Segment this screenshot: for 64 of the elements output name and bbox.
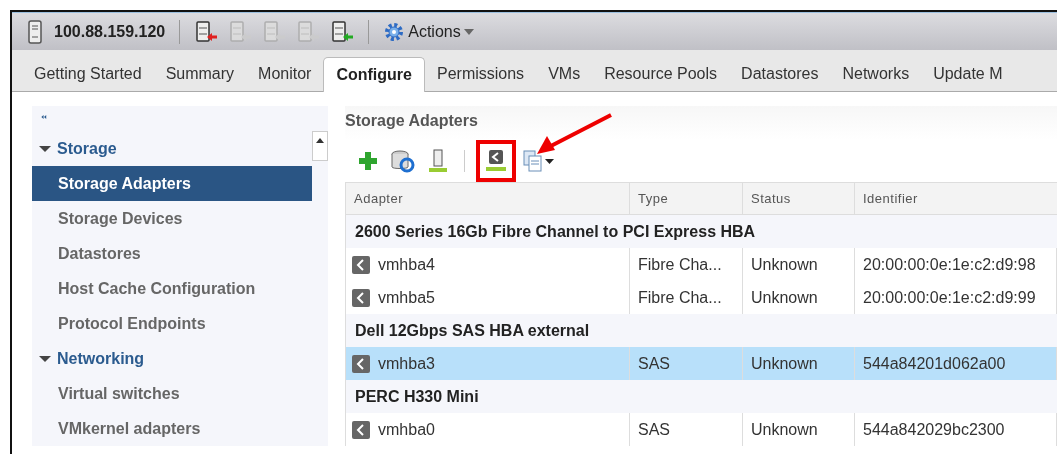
caret-icon <box>39 144 51 153</box>
table-row[interactable]: vmhba3 SAS Unknown 544a84201d062a00 <box>346 347 1057 380</box>
table-cell: Unknown <box>751 255 818 274</box>
server-icon <box>28 19 42 44</box>
server-icon[interactable] <box>427 149 449 173</box>
adapter-icon <box>352 255 370 274</box>
table-cell: 20:00:00:0e:1e:c2:d9:99 <box>863 288 1036 307</box>
sidebar-item[interactable]: Host Cache Configuration <box>32 271 312 306</box>
table-cell: 20:00:00:0e:1e:c2:d9:98 <box>863 255 1036 274</box>
group-heading: 2600 Series 16Gb Fibre Channel to PCI Express HBA <box>346 215 1057 248</box>
sidebar-item[interactable]: Storage Devices <box>32 201 312 236</box>
table-cell: vmhba4 <box>378 255 435 274</box>
caret-icon <box>39 354 51 363</box>
table-cell: 544a84201d062a00 <box>863 354 1006 373</box>
group-heading: Dell 12Gbps SAS HBA external <box>346 314 1057 347</box>
table-cell: Unknown <box>751 420 818 439</box>
group-heading: PERC H330 Mini <box>346 380 1057 413</box>
sidebar-item[interactable]: Protocol Endpoints <box>32 306 312 341</box>
table-cell: vmhba0 <box>378 420 435 439</box>
tab[interactable]: Monitor <box>246 65 324 91</box>
add-icon[interactable] <box>357 150 379 172</box>
column-header[interactable]: Type <box>630 183 743 214</box>
column-header[interactable]: Adapter <box>346 183 630 214</box>
column-header[interactable]: Status <box>743 183 855 214</box>
tab[interactable]: Configure <box>323 57 425 92</box>
table-cell: SAS <box>638 354 670 373</box>
tab[interactable]: Getting Started <box>22 65 154 91</box>
sidebar-item[interactable]: Virtual switches <box>32 376 312 411</box>
sidebar-item[interactable]: Storage Adapters <box>32 166 312 201</box>
sidebar-item[interactable]: VMkernel adapters <box>32 411 312 446</box>
column-header[interactable]: Identifier <box>855 183 1057 214</box>
scroll-bar[interactable] <box>312 131 328 161</box>
server-action-icon[interactable] <box>194 19 219 44</box>
rescan-icon[interactable] <box>390 149 416 173</box>
host-name: 100.88.159.120 <box>54 22 166 41</box>
adapter-icon <box>352 288 370 307</box>
tab[interactable]: VMs <box>536 65 593 91</box>
table-cell: Fibre Cha... <box>638 288 722 307</box>
tab[interactable]: Summary <box>153 65 247 91</box>
adapter-icon <box>352 420 370 439</box>
sidebar-section[interactable]: Storage <box>32 131 312 166</box>
table-cell: vmhba5 <box>378 288 435 307</box>
tab[interactable]: Update M <box>921 65 1015 91</box>
table-cell: vmhba3 <box>378 354 435 373</box>
caret-icon <box>545 158 554 164</box>
scroll-up-icon[interactable] <box>316 138 324 143</box>
adapter-icon <box>352 354 370 373</box>
settings-icon <box>383 20 406 43</box>
table-cell: Unknown <box>751 288 818 307</box>
tab[interactable]: Resource Pools <box>592 65 730 91</box>
table-cell: 544a842029bc2300 <box>863 420 1005 439</box>
copy-icon <box>523 150 543 172</box>
copy-menu[interactable] <box>523 150 554 172</box>
sidebar-item[interactable]: Datastores <box>32 236 312 271</box>
tab[interactable]: Permissions <box>425 65 537 91</box>
tab[interactable]: Networks <box>830 65 922 91</box>
table-cell: Unknown <box>751 354 818 373</box>
table-cell: Fibre Cha... <box>638 255 722 274</box>
actions-menu[interactable]: Actions <box>383 20 474 43</box>
tab[interactable]: Datastores <box>729 65 831 91</box>
caret-icon <box>463 28 474 35</box>
table-cell: SAS <box>638 420 670 439</box>
sidebar-section[interactable]: Networking <box>32 341 312 376</box>
server-action-icon[interactable] <box>330 19 355 44</box>
